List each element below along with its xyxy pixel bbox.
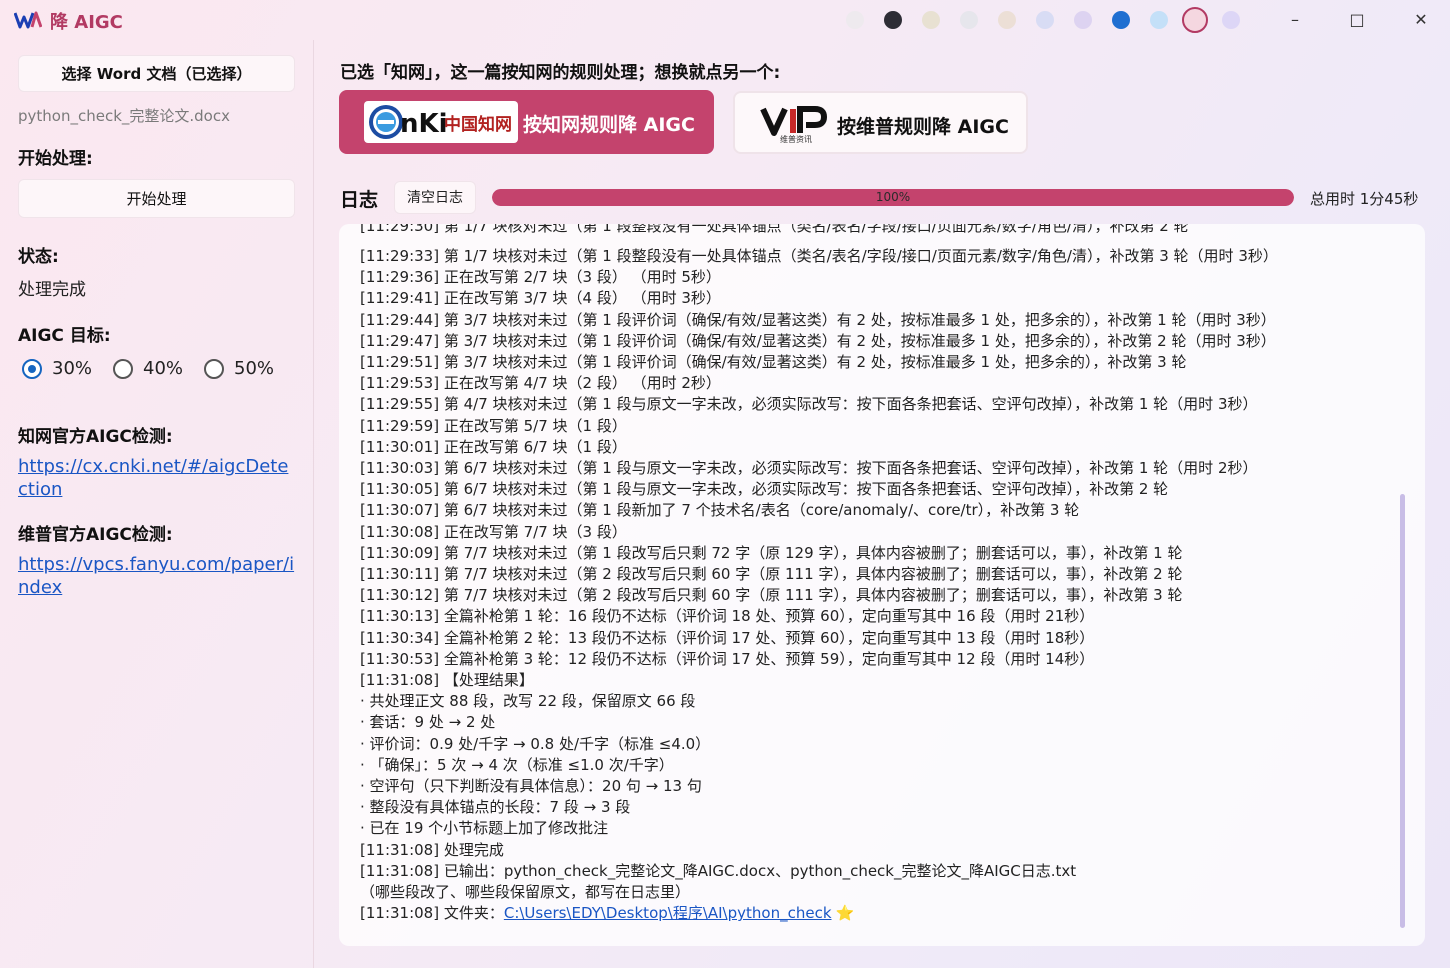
log-line: [11:30:13] 全篇补枪第 1 轮：16 段仍不达标（评价词 18 处、预… (360, 607, 1095, 626)
radio-indicator (22, 359, 42, 379)
theme-swatch[interactable] (998, 11, 1016, 29)
log-line: [11:30:08] 正在改写第 7/7 块（3 段） (360, 522, 627, 541)
app-logo-icon (14, 11, 42, 29)
log-line: · 「确保」：5 次 → 4 次（标准 ≤1.0 次/千字） (360, 755, 674, 774)
radio-label: 40% (143, 358, 184, 379)
log-line: · 空评句（只下判断没有具体信息）：20 句 → 13 句 (360, 777, 702, 795)
log-line: [11:31:08] 【处理结果】 (360, 671, 534, 689)
theme-swatch[interactable] (1036, 11, 1054, 29)
log-line: · 套话：9 处 → 2 处 (360, 713, 496, 732)
start-section-title: 开始处理: (18, 149, 93, 169)
svg-text:维普资讯: 维普资讯 (780, 134, 812, 143)
theme-swatch[interactable] (1074, 11, 1092, 29)
theme-swatch[interactable] (960, 11, 978, 29)
log-line: [11:29:53] 正在改写第 4/7 块（2 段） （用时 2秒） (360, 374, 721, 393)
log-scrollbar[interactable] (1400, 494, 1405, 928)
log-panel[interactable]: [11:29:30] 第 1/7 块核对未过（第 1 段整段没有一处具体锚点（类… (339, 224, 1425, 946)
cnki-detect-title: 知网官方AIGC检测: (18, 427, 173, 447)
log-line: [11:29:36] 正在改写第 2/7 块（3 段） （用时 5秒） (360, 268, 721, 287)
theme-swatch[interactable] (846, 11, 864, 29)
log-line: [11:30:53] 全篇补枪第 3 轮：12 段仍不达标（评价词 17 处、预… (360, 649, 1095, 668)
star-icon: ⭐ (835, 904, 855, 923)
output-folder-link[interactable]: C:\Users\EDY\Desktop\程序\AI\python_check (504, 904, 832, 922)
log-line: [11:29:47] 第 3/7 块核对未过（第 1 段评价词（确保/有效/显著… (360, 331, 1276, 350)
status-title: 状态: (18, 247, 59, 267)
start-button[interactable]: 开始处理 (18, 179, 295, 218)
log-line: [11:29:30] 第 1/7 块核对未过（第 1 段整段没有一处具体锚点（类… (360, 224, 1189, 235)
minimize-button[interactable]: – (1280, 6, 1310, 34)
cnki-rule-button[interactable]: nKi 中国知网 按知网规则降 AIGC (339, 90, 714, 154)
log-line: [11:31:08] 处理完成 (360, 840, 504, 859)
theme-swatch[interactable] (884, 11, 902, 29)
close-button[interactable]: ✕ (1406, 6, 1436, 34)
log-line: [11:30:07] 第 6/7 块核对未过（第 1 段新加了 7 个技术名/表… (360, 501, 1080, 520)
log-line: [11:30:09] 第 7/7 块核对未过（第 1 段改写后只剩 72 字（原… (360, 543, 1183, 562)
radio-indicator (204, 359, 224, 379)
log-line: （哪些段改了、哪些段保留原文，都写在日志里） (360, 883, 691, 901)
log-line: [11:30:05] 第 6/7 块核对未过（第 1 段与原文一字未改，必须实际… (360, 480, 1169, 499)
maximize-button[interactable]: □ (1342, 6, 1372, 34)
vip-detect-link[interactable]: https://vpcs.fanyu.com/paper/index (18, 553, 298, 599)
log-line: [11:31:08] 已输出：python_check_完整论文_降AIGC.d… (360, 861, 1077, 880)
selected-file-name: python_check_完整论文.docx (18, 107, 230, 125)
svg-text:nKi: nKi (400, 109, 448, 139)
vip-detect-title: 维普官方AIGC检测: (18, 525, 173, 545)
log-line: [11:30:34] 全篇补枪第 2 轮：13 段仍不达标（评价词 17 处、预… (360, 628, 1095, 647)
svg-text:中国知网: 中国知网 (444, 114, 512, 135)
left-panel: 选择 Word 文档（已选择） python_check_完整论文.docx 开… (0, 40, 314, 968)
folder-prefix: [11:31:08] 文件夹： (360, 904, 504, 923)
vip-logo-icon: 维普资讯 (760, 103, 830, 144)
window-title: 降 AIGC (50, 12, 123, 33)
log-line: [11:29:55] 第 4/7 块核对未过（第 1 段与原文一字未改，必须实际… (360, 395, 1258, 414)
log-line: · 共处理正文 88 段，改写 22 段，保留原文 66 段 (360, 692, 696, 711)
progress-text: 100% (875, 190, 911, 204)
log-line: [11:29:51] 第 3/7 块核对未过（第 1 段评价词（确保/有效/显著… (360, 353, 1187, 371)
theme-swatch[interactable] (1112, 11, 1130, 29)
radio-indicator (113, 359, 133, 379)
vip-button-label: 按维普规则降 AIGC (837, 116, 1009, 138)
log-line: · 已在 19 个小节标题上加了修改批注 (360, 819, 609, 838)
clear-log-button[interactable]: 清空日志 (394, 181, 476, 214)
theme-swatch[interactable] (1182, 7, 1208, 33)
title-bar: 降 AIGC – □ ✕ (0, 0, 1450, 40)
status-value: 处理完成 (18, 280, 86, 300)
log-line: [11:29:41] 正在改写第 3/7 块（4 段） （用时 3秒） (360, 289, 721, 308)
log-line: [11:29:33] 第 1/7 块核对未过（第 1 段整段没有一处具体锚点（类… (360, 247, 1278, 265)
choose-word-button[interactable]: 选择 Word 文档（已选择） (18, 55, 295, 92)
log-line: [11:29:44] 第 3/7 块核对未过（第 1 段评价词（确保/有效/显著… (360, 310, 1276, 329)
log-title: 日志 (340, 189, 379, 211)
rule-selection-label: 已选「知网」，这一篇按知网的规则处理；想换就点另一个: (340, 63, 781, 83)
aigc-target-title: AIGC 目标: (18, 326, 111, 346)
cnki-button-label: 按知网规则降 AIGC (523, 114, 695, 136)
cnki-logo-icon: nKi 中国知网 (364, 101, 518, 143)
log-line: [11:30:11] 第 7/7 块核对未过（第 2 段改写后只剩 60 字（原… (360, 565, 1183, 583)
vip-rule-button[interactable]: 维普资讯 按维普规则降 AIGC (733, 91, 1028, 154)
theme-swatch[interactable] (1222, 11, 1240, 29)
log-line: [11:30:01] 正在改写第 6/7 块（1 段） (360, 437, 627, 456)
log-line: · 评价词：0.9 处/千字 → 0.8 处/千字（标准 ≤4.0） (360, 734, 711, 753)
elapsed-time: 总用时 1分45秒 (1310, 190, 1419, 208)
theme-swatch[interactable] (1150, 11, 1168, 29)
log-line: · 整段没有具体锚点的长段：7 段 → 3 段 (360, 798, 631, 817)
radio-label: 30% (52, 358, 93, 379)
log-line: [11:30:12] 第 7/7 块核对未过（第 2 段改写后只剩 60 字（原… (360, 586, 1183, 605)
log-line-folder: [11:31:08] 文件夹：C:\Users\EDY\Desktop\程序\A… (360, 903, 854, 924)
log-line: [11:30:03] 第 6/7 块核对未过（第 1 段与原文一字未改，必须实际… (360, 459, 1258, 477)
cnki-detect-link[interactable]: https://cx.cnki.net/#/aigcDetection (18, 455, 298, 501)
theme-swatch[interactable] (922, 11, 940, 29)
radio-label: 50% (234, 358, 275, 379)
log-line: [11:29:59] 正在改写第 5/7 块（1 段） (360, 416, 627, 435)
progress-bar: 100% (492, 189, 1294, 206)
